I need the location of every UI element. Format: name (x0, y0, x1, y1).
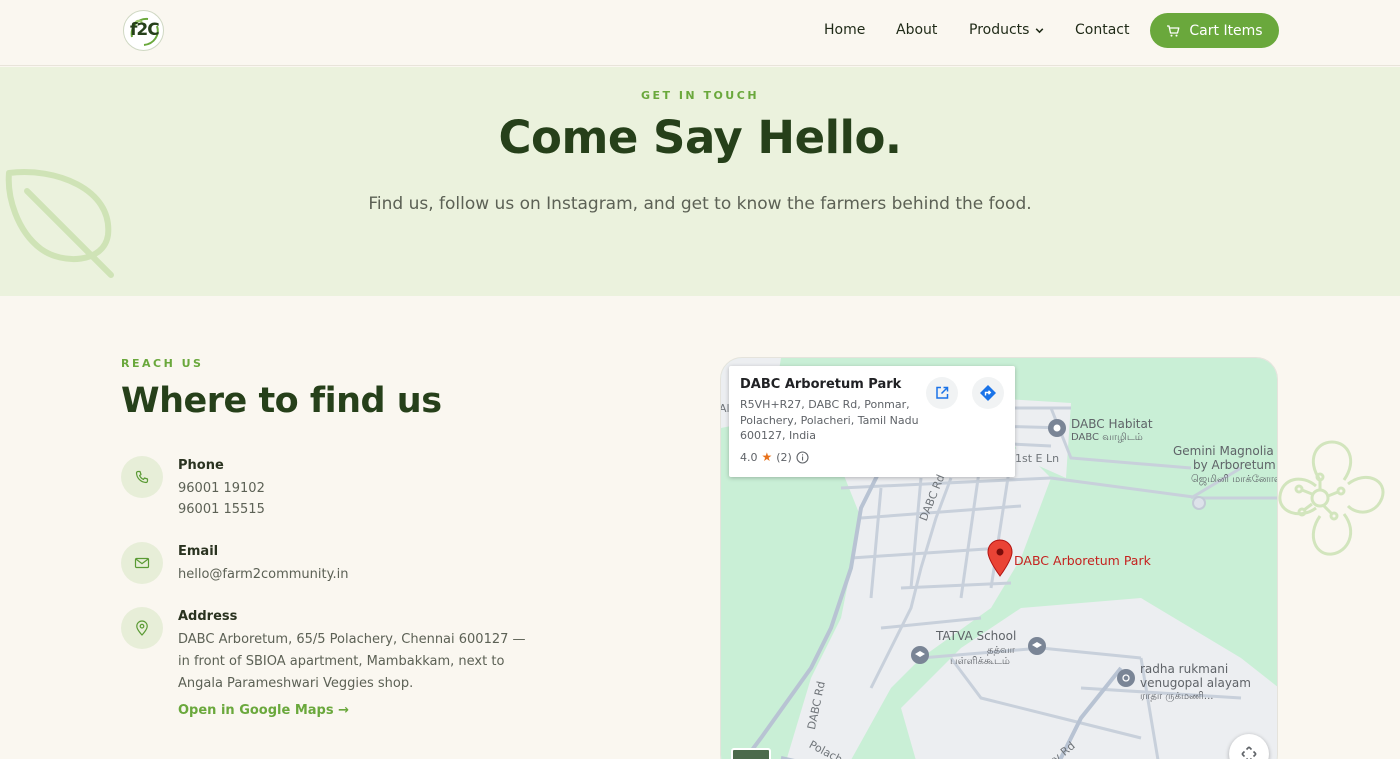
nav-products[interactable]: Products (969, 22, 1045, 38)
place-address: R5VH+R27, DABC Rd, Ponmar, Polachery, Po… (740, 398, 919, 442)
reach-title: Where to find us (121, 381, 442, 421)
flower-decoration-icon (1278, 440, 1385, 556)
external-link-icon (936, 386, 949, 399)
map-label-gemini-1: Gemini Magnolia (1173, 444, 1274, 458)
embedded-map[interactable]: DABC Arboretum Park R5VH+R27, DABC Rd, P… (720, 357, 1278, 759)
nav-products-label: Products (969, 22, 1030, 38)
place-rating: 4.0 ★ (2) (740, 450, 809, 464)
map-label-tatva: TATVA School (936, 629, 1017, 643)
address-value: DABC Arboretum, 65/5 Polachery, Chennai … (178, 632, 526, 691)
site-logo[interactable]: f2C (123, 10, 164, 51)
star-icon: ★ (761, 450, 773, 464)
phone-icon (135, 470, 149, 484)
logo-text: f2C (130, 20, 160, 40)
map-label-edge: Al (720, 402, 730, 415)
reach-eyebrow: REACH US (121, 357, 204, 370)
fullscreen-icon (1241, 746, 1257, 759)
map-label-tatva-ta-2: பள்ளிக்கூடம் (950, 656, 1010, 667)
map-label-first-e-ln: 1st E Ln (1015, 452, 1060, 465)
map-label-radha-2: venugopal alayam (1140, 676, 1251, 690)
mail-icon (134, 557, 150, 569)
chevron-down-icon (1036, 27, 1044, 33)
nav-home[interactable]: Home (824, 22, 865, 38)
nav-contact[interactable]: Contact (1075, 22, 1129, 38)
email-label: Email (178, 544, 219, 559)
place-info-card[interactable]: DABC Arboretum Park R5VH+R27, DABC Rd, P… (729, 366, 1015, 477)
cart-button[interactable]: Cart Items (1150, 13, 1279, 48)
phone-number-1[interactable]: 96001 19102 (178, 481, 265, 496)
map-label-radha-1: radha rukmani (1140, 662, 1229, 676)
nav-about[interactable]: About (896, 22, 937, 38)
hero-eyebrow: GET IN TOUCH (640, 89, 760, 102)
map-layer-thumbnail[interactable] (731, 748, 771, 759)
map-label-pin[interactable]: DABC Arboretum Park (1014, 554, 1151, 567)
review-count[interactable]: (2) (776, 451, 792, 464)
directions-icon (980, 385, 996, 401)
map-label-habitat-ta: DABC வாழிடம் (1071, 432, 1143, 443)
map-label-gemini-2: by Arboretum (1193, 458, 1276, 472)
info-icon[interactable] (796, 450, 809, 464)
rating-value: 4.0 (740, 450, 758, 464)
cart-label: Cart Items (1189, 22, 1263, 39)
email-value[interactable]: hello@farm2community.in (178, 567, 348, 582)
location-pin-icon (136, 620, 148, 636)
leaf-decoration-icon (5, 169, 114, 278)
place-title: DABC Arboretum Park (740, 377, 902, 392)
map-label-habitat: DABC Habitat (1071, 417, 1153, 431)
open-external-button[interactable] (926, 377, 958, 409)
address-icon-badge (121, 607, 163, 649)
email-icon-badge (121, 542, 163, 584)
phone-icon-badge (121, 456, 163, 498)
hero-section: GET IN TOUCH Come Say Hello. Find us, fo… (0, 67, 1400, 296)
map-label-radha-ta: ராதா ருக்மணி... (1140, 691, 1214, 702)
open-in-google-maps-link[interactable]: Open in Google Maps → (178, 703, 349, 718)
directions-button[interactable] (972, 377, 1004, 409)
site-header: f2C Home About Products Contact Cart Ite… (0, 0, 1400, 66)
address-label: Address (178, 609, 238, 624)
phone-number-2[interactable]: 96001 15515 (178, 502, 265, 517)
cart-icon (1167, 24, 1180, 37)
hero-subtitle: Find us, follow us on Instagram, and get… (368, 194, 1032, 214)
phone-label: Phone (178, 458, 224, 473)
map-label-gemini-ta: ஜெமினி மாக்னோலியா (1191, 474, 1277, 485)
page-title: Come Say Hello. (498, 111, 902, 164)
